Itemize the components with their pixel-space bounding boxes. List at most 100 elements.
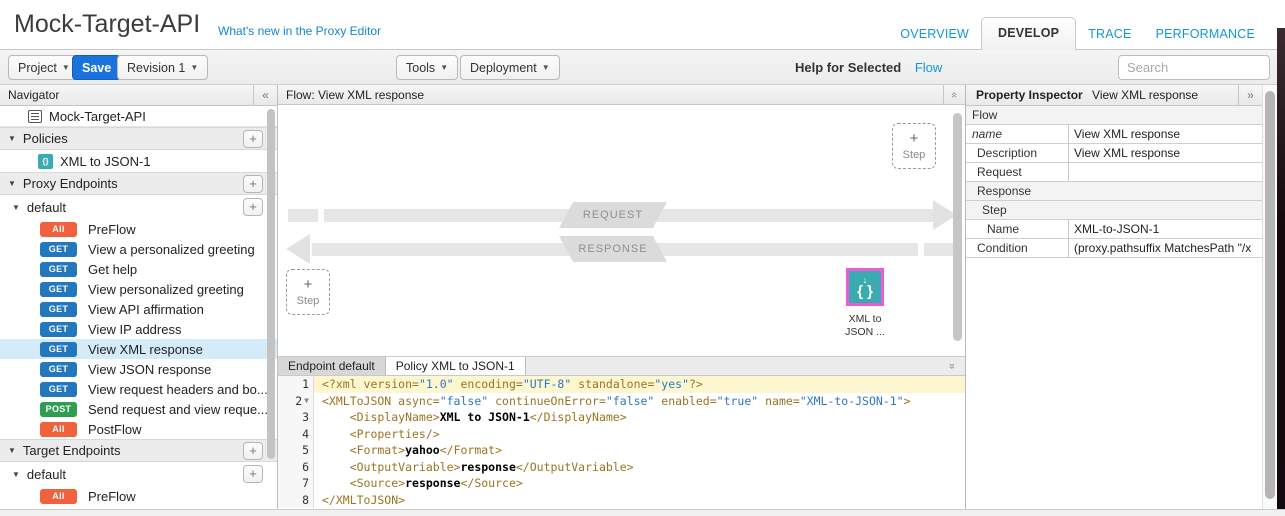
nav-flow-item[interactable]: GETView personalized greeting [0,279,277,299]
page-scrollbar[interactable] [1262,85,1277,509]
property-label: Name [966,220,1068,238]
nav-flow-item[interactable]: AllPostFlow [0,419,277,439]
chevron-down-icon: ▼ [440,63,448,72]
property-label: Description [966,144,1068,162]
nav-flow-item[interactable]: GETView JSON response [0,359,277,379]
inspector-field-row[interactable]: NameXML-to-JSON-1 [966,220,1262,239]
property-value[interactable] [1068,163,1262,181]
add-step-response-button[interactable]: + Step [286,269,330,315]
flow-label: PreFlow [88,489,136,504]
save-button[interactable]: Save [72,55,121,80]
nav-item-policy[interactable]: {} XML to JSON-1 [0,150,277,172]
property-value[interactable]: View XML response [1068,125,1262,143]
nav-target-default-group[interactable]: ▼ default + [0,462,277,486]
property-inspector-header: Property Inspector View XML response » [966,85,1262,106]
scrollbar-thumb[interactable] [267,109,275,459]
navigator-collapse-icon[interactable]: « [253,85,277,105]
target-flow-list: All PreFlowAll [0,486,277,509]
nav-proxy-default-group[interactable]: ▼ default + [0,195,277,219]
nav-flow-item[interactable]: GETView IP address [0,319,277,339]
inspector-field-row[interactable]: Condition(proxy.pathsuffix MatchesPath "… [966,239,1262,258]
line-number: 6 [278,459,314,476]
code-line[interactable]: 3 <DisplayName>XML to JSON-1</DisplayNam… [278,409,965,426]
tab-performance[interactable]: PERFORMANCE [1144,19,1267,50]
property-value[interactable]: View XML response [1068,144,1262,162]
triangle-icon: ▼ [12,203,20,212]
nav-section-policies[interactable]: ▼ Policies + [0,127,277,150]
scrollbar-thumb[interactable] [1265,91,1275,499]
nav-flow-item[interactable]: GETView XML response [0,339,277,359]
nav-section-target-endpoints[interactable]: ▼ Target Endpoints + [0,439,277,462]
property-value[interactable]: (proxy.pathsuffix MatchesPath "/x [1068,239,1262,257]
nav-flow-item[interactable]: AllPreFlow [0,219,277,239]
flow-label: View API affirmation [88,302,204,317]
add-step-request-button[interactable]: + Step [892,123,936,169]
whats-new-link[interactable]: What's new in the Proxy Editor [218,24,381,38]
policies-section-label: Policies [23,131,68,146]
inspector-expand-button[interactable]: » [1238,85,1262,105]
inspector-section-row[interactable]: Response [966,182,1262,201]
project-menu-button[interactable]: Project ▼ [8,55,80,80]
flow-collapse-button[interactable]: « [943,85,965,104]
nav-flow-item[interactable]: GETView request headers and bo... [0,379,277,399]
inspector-field-row[interactable]: DescriptionView XML response [966,144,1262,163]
method-badge: GET [40,382,77,397]
tab-develop[interactable]: DEVELOP [981,17,1076,50]
nav-flow-item[interactable]: POSTSend request and view reque... [0,399,277,419]
code-editor[interactable]: 1<?xml version="1.0" encoding="UTF-8" st… [278,376,965,508]
scrollbar-thumb[interactable] [953,113,962,341]
flow-panel-title: Flow: View XML response [286,88,424,102]
property-value[interactable]: XML-to-JSON-1 [1068,220,1262,238]
tab-policy-xml-to-json[interactable]: Policy XML to JSON-1 [386,357,526,375]
help-flow-link[interactable]: Flow [915,60,942,75]
xml-to-json-policy-icon: ↓ { } [846,268,884,306]
inspector-section-row[interactable]: Flow [966,106,1262,125]
navigator-panel: Navigator « Mock-Target-API ▼ Policies +… [0,85,278,509]
fold-arrow-icon[interactable]: ▼ [304,393,309,410]
add-target-endpoint-button[interactable]: + [243,442,263,460]
editor-collapse-button[interactable]: « [943,357,961,375]
nav-flow-item[interactable]: GETGet help [0,259,277,279]
tab-trace[interactable]: TRACE [1076,19,1143,50]
inspector-field-row[interactable]: nameView XML response [966,125,1262,144]
navigator-scrollbar[interactable] [267,109,275,481]
code-line[interactable]: 1<?xml version="1.0" encoding="UTF-8" st… [278,376,965,393]
page-title: Mock-Target-API [14,10,200,39]
code-line[interactable]: 2▼<XMLToJSON async="false" continueOnErr… [278,393,965,410]
deployment-menu-button[interactable]: Deployment ▼ [460,55,560,80]
nav-flow-item[interactable]: All PreFlow [0,486,277,506]
app-header: Mock-Target-API What's new in the Proxy … [0,0,1285,50]
braces-glyph: { } [857,284,873,299]
add-proxy-endpoint-button[interactable]: + [243,175,263,193]
nav-flow-item[interactable]: GETView a personalized greeting [0,239,277,259]
property-label: Flow [966,106,1262,124]
add-policy-button[interactable]: + [243,130,263,148]
chevron-down-icon: ▼ [190,63,198,72]
flow-canvas-scrollbar[interactable] [953,113,962,348]
inspector-section-row[interactable]: Step [966,201,1262,220]
nav-item-api-proxy[interactable]: Mock-Target-API [0,106,277,127]
nav-section-proxy-endpoints[interactable]: ▼ Proxy Endpoints + [0,172,277,195]
method-badge: GET [40,282,77,297]
code-line[interactable]: 7 <Source>response</Source> [278,475,965,492]
tab-overview[interactable]: OVERVIEW [888,19,981,50]
code-text: <?xml version="1.0" encoding="UTF-8" sta… [314,376,965,393]
chevron-down-icon: ▼ [62,63,70,72]
revision-menu-button[interactable]: Revision 1 ▼ [117,55,208,80]
tools-menu-button[interactable]: Tools ▼ [396,55,458,80]
code-line[interactable]: 5 <Format>yahoo</Format> [278,442,965,459]
add-proxy-flow-button[interactable]: + [243,198,263,216]
plus-icon: + [910,132,919,146]
add-target-flow-button[interactable]: + [243,465,263,483]
help-for-selected-label: Help for Selected [795,60,901,75]
inspector-field-row[interactable]: Request [966,163,1262,182]
code-line[interactable]: 4 <Properties/> [278,426,965,443]
tab-endpoint-default[interactable]: Endpoint default [278,357,386,375]
code-line[interactable]: 6 <OutputVariable>response</OutputVariab… [278,459,965,476]
method-badge: All [40,489,77,504]
nav-flow-item[interactable]: GETView API affirmation [0,299,277,319]
xml-to-json-policy-node[interactable]: ↓ { } XML to JSON ... [839,268,891,339]
search-input[interactable] [1118,55,1270,80]
code-line[interactable]: 8</XMLToJSON> [278,492,965,509]
code-text: <Format>yahoo</Format> [314,442,965,459]
